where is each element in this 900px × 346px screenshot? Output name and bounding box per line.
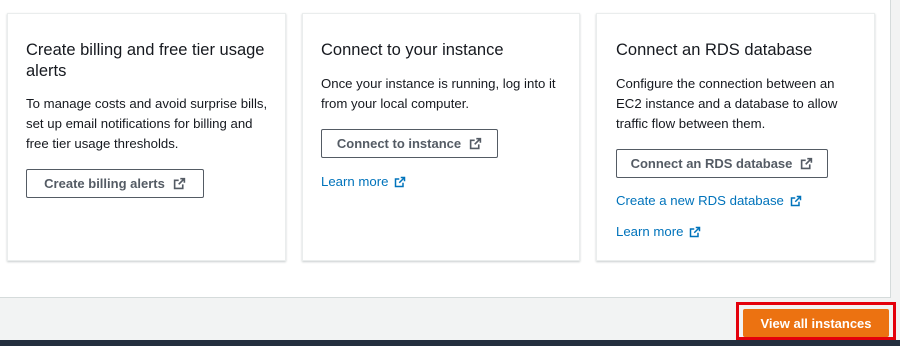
link-label: Create a new RDS database — [616, 193, 784, 208]
card-description: Configure the connection between an EC2 … — [616, 76, 838, 131]
external-link-icon — [690, 226, 701, 237]
panel-scrollbar-edge — [890, 0, 891, 297]
external-link-icon — [469, 137, 482, 150]
create-new-rds-database-link[interactable]: Create a new RDS database — [616, 193, 802, 208]
card-connect-rds: Connect an RDS database Configure the co… — [596, 13, 875, 261]
external-link-icon — [395, 176, 406, 187]
button-label: Create billing alerts — [44, 176, 165, 191]
external-link-icon — [790, 195, 802, 206]
learn-more-link[interactable]: Learn more — [616, 224, 701, 239]
button-label: View all instances — [760, 315, 872, 331]
link-label: Learn more — [616, 224, 684, 239]
external-link-icon — [801, 157, 813, 170]
bottom-bar — [0, 340, 900, 346]
connect-to-instance-button[interactable]: Connect to instance — [321, 129, 498, 158]
learn-more-link[interactable]: Learn more — [321, 174, 406, 189]
create-billing-alerts-button[interactable]: Create billing alerts — [26, 169, 204, 198]
card-title: Connect an RDS database — [616, 41, 813, 59]
card-description: Once your instance is running, log into … — [321, 76, 556, 111]
card-title: Create billing and free tier usage alert… — [26, 41, 265, 80]
card-description: To manage costs and avoid surprise bills… — [26, 96, 268, 151]
view-all-instances-button[interactable]: View all instances — [743, 309, 889, 337]
card-title: Connect to your instance — [321, 41, 504, 59]
link-label: Learn more — [321, 174, 389, 189]
button-label: Connect to instance — [336, 136, 462, 151]
connect-rds-database-button[interactable]: Connect an RDS database — [616, 149, 828, 178]
card-billing-alerts: Create billing and free tier usage alert… — [7, 13, 286, 261]
card-connect-instance: Connect to your instance Once your insta… — [302, 13, 580, 261]
external-link-icon — [173, 177, 186, 190]
button-label: Connect an RDS database — [630, 156, 793, 171]
